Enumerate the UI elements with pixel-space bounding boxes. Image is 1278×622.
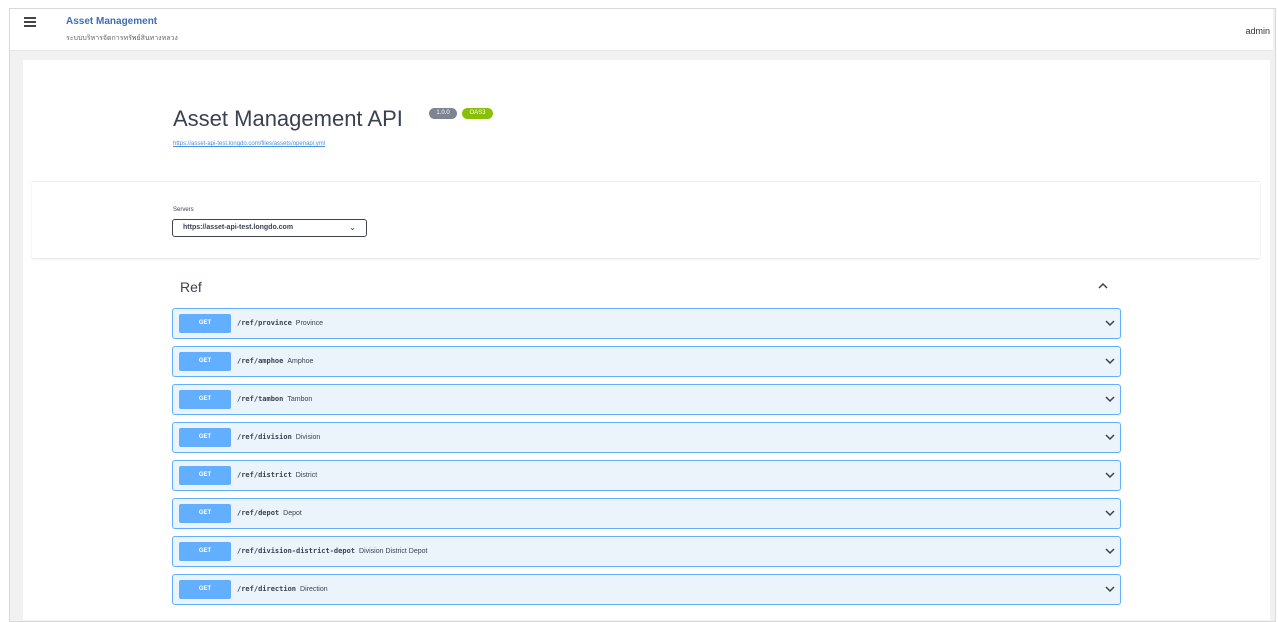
operation-path: /ref/tambon Tambon bbox=[237, 395, 312, 403]
operation-row[interactable]: GET/ref/division-district-depot Division … bbox=[172, 536, 1121, 567]
section-header-ref[interactable]: Ref bbox=[172, 272, 1120, 302]
http-method-badge: GET bbox=[179, 542, 231, 561]
chevron-down-icon bbox=[1105, 548, 1115, 555]
top-bar bbox=[10, 9, 1273, 51]
http-method-badge: GET bbox=[179, 314, 231, 333]
chevron-down-icon bbox=[1105, 320, 1115, 327]
operation-path-text: /ref/depot bbox=[237, 509, 280, 517]
chevron-down-icon bbox=[1105, 472, 1115, 479]
operation-row[interactable]: GET/ref/district District bbox=[172, 460, 1121, 491]
chevron-down-icon: ⌄ bbox=[349, 223, 356, 232]
operation-path-text: /ref/province bbox=[237, 319, 292, 327]
http-method-badge: GET bbox=[179, 428, 231, 447]
operation-description: Depot bbox=[283, 510, 302, 517]
operation-path-text: /ref/division bbox=[237, 433, 292, 441]
operation-description: Direction bbox=[300, 586, 328, 593]
operation-path: /ref/district District bbox=[237, 471, 317, 479]
operation-path: /ref/division-district-depot Division Dis… bbox=[237, 547, 427, 555]
hamburger-menu-icon[interactable] bbox=[24, 17, 36, 27]
http-method-badge: GET bbox=[179, 466, 231, 485]
operation-description: Tambon bbox=[287, 396, 313, 403]
operation-row[interactable]: GET/ref/direction Direction bbox=[172, 574, 1121, 605]
spec-url-link[interactable]: https://asset-api-test.longdo.com/files/… bbox=[173, 141, 325, 147]
chevron-down-icon bbox=[1105, 434, 1115, 441]
chevron-down-icon bbox=[1105, 586, 1115, 593]
servers-select[interactable]: https://asset-api-test.longdo.com ⌄ bbox=[172, 219, 367, 237]
app-title[interactable]: Asset Management bbox=[66, 16, 157, 27]
operation-row[interactable]: GET/ref/amphoe Amphoe bbox=[172, 346, 1121, 377]
section-title: Ref bbox=[180, 279, 202, 295]
http-method-badge: GET bbox=[179, 504, 231, 523]
http-method-badge: GET bbox=[179, 580, 231, 599]
oas-badge: OAS3 bbox=[462, 108, 493, 119]
operation-path: /ref/division Division bbox=[237, 433, 320, 441]
operation-path-text: /ref/tambon bbox=[237, 395, 284, 403]
operation-description: Division bbox=[295, 434, 321, 441]
chevron-down-icon bbox=[1105, 510, 1115, 517]
operation-path: /ref/province Province bbox=[237, 319, 323, 327]
operation-path-text: /ref/direction bbox=[237, 585, 297, 593]
operation-description: Division District Depot bbox=[359, 548, 428, 555]
http-method-badge: GET bbox=[179, 352, 231, 371]
operation-row[interactable]: GET/ref/depot Depot bbox=[172, 498, 1121, 529]
app-subtitle: ระบบบริหารจัดการทรัพย์สินทางหลวง bbox=[66, 35, 178, 42]
operation-path-text: /ref/district bbox=[237, 471, 292, 479]
operation-path: /ref/amphoe Amphoe bbox=[237, 357, 313, 365]
servers-select-value: https://asset-api-test.longdo.com bbox=[183, 224, 294, 231]
operation-description: Amphoe bbox=[287, 358, 314, 365]
operation-path-text: /ref/amphoe bbox=[237, 357, 284, 365]
operation-row[interactable]: GET/ref/province Province bbox=[172, 308, 1121, 339]
operation-path: /ref/depot Depot bbox=[237, 509, 302, 517]
operation-path-text: /ref/division-district-depot bbox=[237, 547, 356, 555]
chevron-down-icon bbox=[1105, 358, 1115, 365]
operation-row[interactable]: GET/ref/tambon Tambon bbox=[172, 384, 1121, 415]
operation-row[interactable]: GET/ref/division Division bbox=[172, 422, 1121, 453]
operation-path: /ref/direction Direction bbox=[237, 585, 328, 593]
user-menu[interactable]: admin bbox=[1245, 26, 1270, 36]
version-badge: 1.0.0 bbox=[429, 108, 457, 119]
http-method-badge: GET bbox=[179, 390, 231, 409]
api-title: Asset Management API bbox=[173, 106, 403, 131]
chevron-up-icon bbox=[1098, 282, 1108, 289]
chevron-down-icon bbox=[1105, 396, 1115, 403]
operation-description: District bbox=[295, 472, 318, 479]
servers-label: Servers bbox=[173, 207, 194, 213]
operation-description: Province bbox=[295, 320, 324, 327]
